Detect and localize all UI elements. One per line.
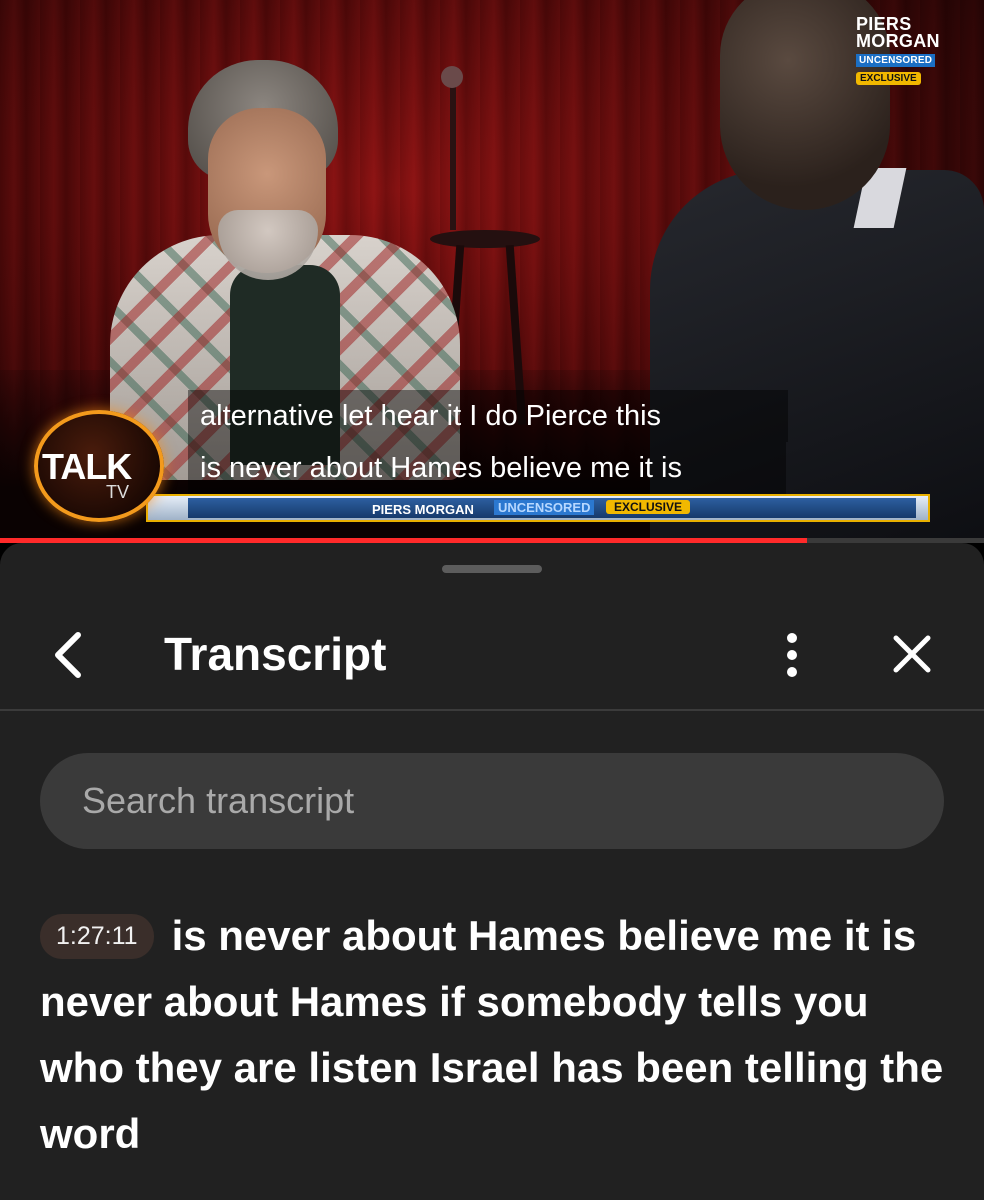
banner-uncensored: UNCENSORED bbox=[494, 500, 595, 515]
more-vertical-icon bbox=[787, 633, 797, 677]
video-player[interactable]: PIERS MORGAN UNCENSORED EXCLUSIVE altern… bbox=[0, 0, 984, 540]
drag-handle[interactable] bbox=[442, 565, 542, 573]
header-divider bbox=[0, 709, 984, 711]
banner-name: PIERS MORGAN bbox=[372, 502, 474, 517]
transcript-panel: Transcript Search transcript 1:27:11 is n… bbox=[0, 543, 984, 1200]
tv-wordmark: TV bbox=[106, 482, 130, 502]
chevron-left-icon bbox=[55, 632, 81, 678]
search-placeholder: Search transcript bbox=[82, 780, 355, 821]
show-logo: PIERS MORGAN UNCENSORED EXCLUSIVE bbox=[856, 15, 942, 86]
caption-line-1: alternative let hear it I do Pierce this bbox=[188, 390, 788, 442]
search-transcript-input[interactable]: Search transcript bbox=[40, 753, 944, 849]
back-button[interactable] bbox=[40, 625, 96, 685]
caption-line-2: is never about Hames believe me it is bbox=[188, 442, 786, 494]
more-options-button[interactable] bbox=[770, 629, 814, 683]
transcript-header: Transcript bbox=[0, 603, 984, 707]
close-button[interactable] bbox=[884, 629, 940, 683]
logo-line-uncensored: UNCENSORED bbox=[856, 54, 936, 67]
banner-exclusive: EXCLUSIVE bbox=[606, 500, 691, 514]
segment-text: is never about Hames believe me it is ne… bbox=[40, 912, 944, 1157]
caption-text-2: is never about Hames believe me it is bbox=[200, 452, 682, 484]
talktv-logo: TALK TV bbox=[34, 410, 164, 522]
segment-timestamp[interactable]: 1:27:11 bbox=[40, 914, 154, 959]
logo-line-exclusive: EXCLUSIVE bbox=[856, 72, 921, 85]
panel-title: Transcript bbox=[164, 628, 387, 680]
logo-line-morgan: MORGAN bbox=[856, 31, 940, 51]
caption-text-1: alternative let hear it I do Pierce this bbox=[200, 400, 662, 432]
transcript-segment[interactable]: 1:27:11 is never about Hames believe me i… bbox=[40, 903, 950, 1167]
close-icon bbox=[893, 635, 931, 673]
